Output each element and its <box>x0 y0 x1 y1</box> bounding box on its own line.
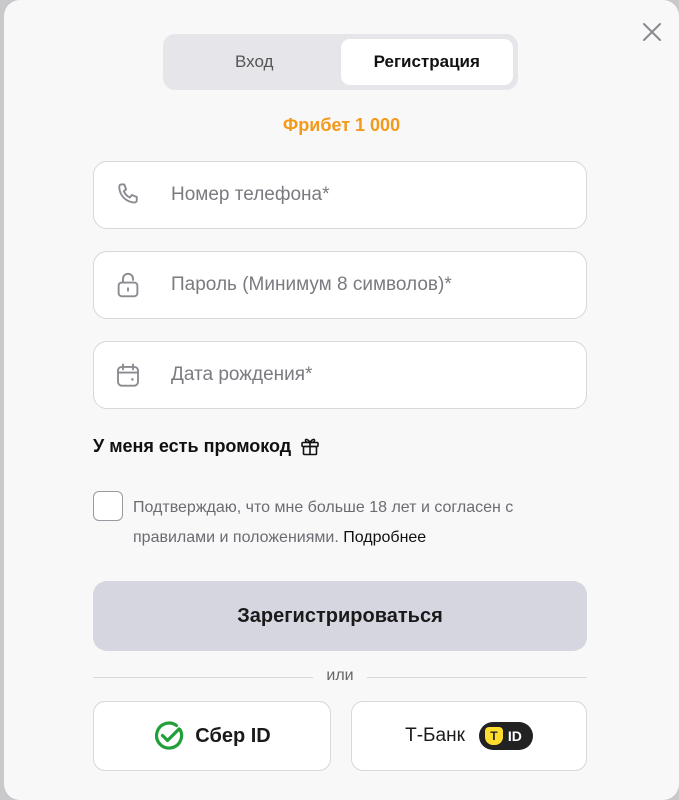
close-icon <box>643 23 661 41</box>
sber-check-icon <box>155 721 184 750</box>
divider-text: или <box>326 667 354 684</box>
consent-label: Подтверждаю, что мне больше 18 лет и сог… <box>133 499 514 546</box>
tbank-shield-icon: T <box>484 727 503 745</box>
tab-login[interactable]: Вход <box>168 39 341 85</box>
phone-icon <box>113 180 143 210</box>
sber-id-label: Сбер ID <box>195 724 271 747</box>
registration-modal: Вход Регистрация Фрибет 1 000 Номер теле… <box>4 0 679 800</box>
calendar-icon <box>113 360 143 390</box>
lock-icon <box>113 270 143 300</box>
consent-more-link[interactable]: Подробнее <box>343 529 426 546</box>
auth-tabs: Вход Регистрация <box>163 34 518 90</box>
freebet-offer: Фрибет 1 000 <box>282 115 401 135</box>
promo-toggle[interactable]: У меня есть промокод <box>93 434 322 458</box>
promo-label: У меня есть промокод <box>93 435 292 456</box>
phone-input[interactable] <box>169 183 573 207</box>
tab-register[interactable]: Регистрация <box>340 39 513 85</box>
consent-checkbox[interactable] <box>93 491 123 521</box>
password-input[interactable] <box>169 273 573 297</box>
gift-icon <box>298 434 322 458</box>
close-button[interactable] <box>640 20 664 44</box>
register-button[interactable]: Зарегистрироваться <box>93 581 587 651</box>
birthdate-input[interactable] <box>169 363 573 387</box>
password-field[interactable] <box>93 251 587 319</box>
sber-id-button[interactable]: Сбер ID <box>93 701 331 771</box>
divider-right <box>367 677 587 678</box>
phone-field[interactable] <box>93 161 587 229</box>
divider-left <box>93 677 313 678</box>
birthdate-field[interactable] <box>93 341 587 409</box>
tbank-id-text: ID <box>507 728 522 744</box>
tbank-id-button[interactable]: Т-Банк T ID <box>351 701 587 771</box>
tbank-label: Т-Банк <box>405 725 465 746</box>
consent-text: Подтверждаю, что мне больше 18 лет и сог… <box>133 493 583 553</box>
tbank-id-badge: T ID <box>478 722 533 750</box>
